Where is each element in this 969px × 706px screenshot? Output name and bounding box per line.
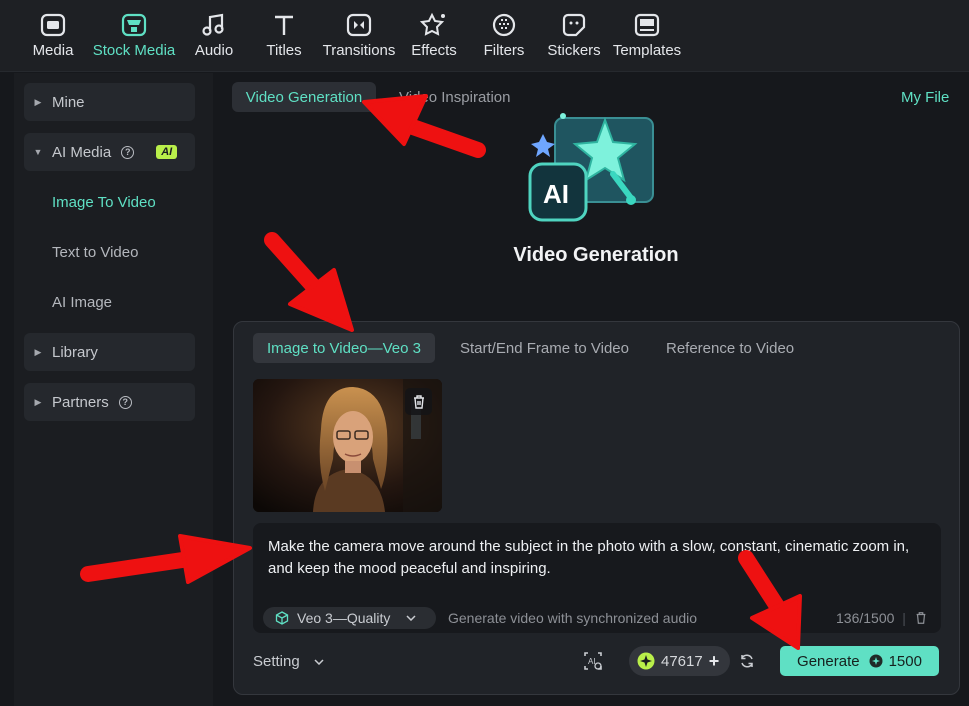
caret-right-icon: ▶ [34, 96, 42, 107]
credit-coin-icon [637, 652, 655, 670]
model-select[interactable]: Veo 3—Quality [263, 607, 436, 629]
effects-star-icon [419, 10, 449, 40]
sidebar-item-mine[interactable]: ▶ Mine [24, 83, 195, 121]
sidebar-item-ai-media[interactable]: ▼ AI Media ? AI [24, 133, 195, 171]
transitions-icon [344, 10, 374, 40]
toolbar-filters[interactable]: Filters [484, 0, 524, 72]
generate-button[interactable]: Generate 1500 [780, 646, 939, 676]
sidebar-item-label: Partners [52, 393, 109, 411]
toolbar-audio[interactable]: Audio [192, 0, 236, 72]
sidebar-item-label: Mine [52, 93, 85, 111]
sidebar-sub-image-to-video[interactable]: Image To Video [52, 194, 156, 211]
model-description: Generate video with synchronized audio [448, 610, 698, 626]
stickers-icon [559, 10, 589, 40]
tab-video-inspiration[interactable]: Video Inspiration [399, 89, 510, 106]
media-icon [38, 10, 68, 40]
generation-panel: Image to Video—Veo 3 Start/End Frame to … [233, 321, 960, 695]
top-toolbar: Media Stock Media Audio Titles Transitio… [0, 0, 969, 72]
prompt-text[interactable]: Make the camera move around the subject … [268, 536, 928, 580]
add-credits-icon[interactable]: + [709, 651, 720, 672]
ai-badge: AI [156, 145, 178, 159]
credits-value: 47617 [661, 652, 703, 670]
toolbar-transitions-label: Transitions [322, 42, 396, 59]
credits-balance[interactable]: 47617 + [629, 646, 730, 676]
mode-tab-reference[interactable]: Reference to Video [666, 333, 794, 363]
ai-enhance-icon[interactable]: AI [582, 650, 604, 672]
char-counter: 136/1500 | [836, 610, 928, 626]
toolbar-titles-label: Titles [266, 42, 302, 59]
toolbar-media-label: Media [32, 42, 74, 59]
caret-down-icon: ▼ [33, 147, 43, 157]
templates-icon [632, 10, 662, 40]
credit-icon [869, 654, 883, 668]
chevron-down-icon [314, 658, 324, 665]
model-select-label: Veo 3—Quality [297, 610, 391, 626]
toolbar-media[interactable]: Media [29, 0, 77, 72]
chevron-down-icon [406, 615, 416, 621]
toolbar-stickers[interactable]: Stickers [547, 0, 601, 72]
hero-ai-label: AI [543, 179, 569, 209]
char-count: 136/1500 [836, 610, 895, 626]
generate-label: Generate [797, 652, 860, 670]
toolbar-transitions[interactable]: Transitions [322, 0, 396, 72]
mode-tab-start-end-frame[interactable]: Start/End Frame to Video [460, 333, 629, 363]
toolbar-filters-label: Filters [483, 42, 525, 59]
delete-image-button[interactable] [405, 388, 432, 415]
mode-tab-image-to-video[interactable]: Image to Video—Veo 3 [253, 333, 435, 363]
title-t-icon [269, 10, 299, 40]
trash-icon [413, 394, 424, 409]
stock-media-icon [119, 10, 149, 40]
filters-icon [489, 10, 519, 40]
sidebar-item-label: Library [52, 343, 98, 361]
hero-title: Video Generation [513, 244, 679, 266]
music-note-icon [199, 10, 229, 40]
toolbar-effects[interactable]: Effects [410, 0, 458, 72]
generate-cost: 1500 [888, 652, 922, 670]
sidebar-item-library[interactable]: ▶ Library [24, 333, 195, 371]
toolbar-templates-label: Templates [612, 42, 682, 59]
sidebar-item-partners[interactable]: ▶ Partners ? [24, 383, 195, 421]
caret-right-icon: ▶ [34, 396, 42, 407]
my-file-link[interactable]: My File [901, 89, 949, 106]
help-icon[interactable]: ? [121, 145, 135, 159]
cube-icon [275, 611, 289, 625]
setting-label: Setting [253, 653, 300, 670]
toolbar-stock-media[interactable]: Stock Media [90, 0, 178, 72]
prompt-textarea[interactable]: Make the camera move around the subject … [253, 523, 941, 633]
sidebar: ▶ Mine ▼ AI Media ? AI Image To Video Te… [14, 73, 213, 706]
toolbar-stock-media-label: Stock Media [92, 42, 176, 59]
help-icon[interactable]: ? [118, 395, 132, 409]
tab-video-generation[interactable]: Video Generation [232, 82, 376, 112]
toolbar-titles[interactable]: Titles [263, 0, 305, 72]
svg-text:AI: AI [588, 657, 596, 666]
toolbar-stickers-label: Stickers [547, 42, 601, 59]
toolbar-effects-label: Effects [411, 42, 457, 59]
sidebar-sub-ai-image[interactable]: AI Image [52, 294, 112, 311]
uploaded-image-thumbnail[interactable] [253, 379, 442, 512]
refresh-icon[interactable] [739, 653, 755, 669]
toolbar-audio-label: Audio [194, 42, 234, 59]
toolbar-templates[interactable]: Templates [612, 0, 682, 72]
clear-prompt-trash-icon[interactable] [914, 611, 928, 625]
caret-right-icon: ▶ [34, 346, 42, 357]
sidebar-item-label: AI Media [52, 143, 112, 161]
setting-dropdown[interactable]: Setting [253, 653, 324, 670]
